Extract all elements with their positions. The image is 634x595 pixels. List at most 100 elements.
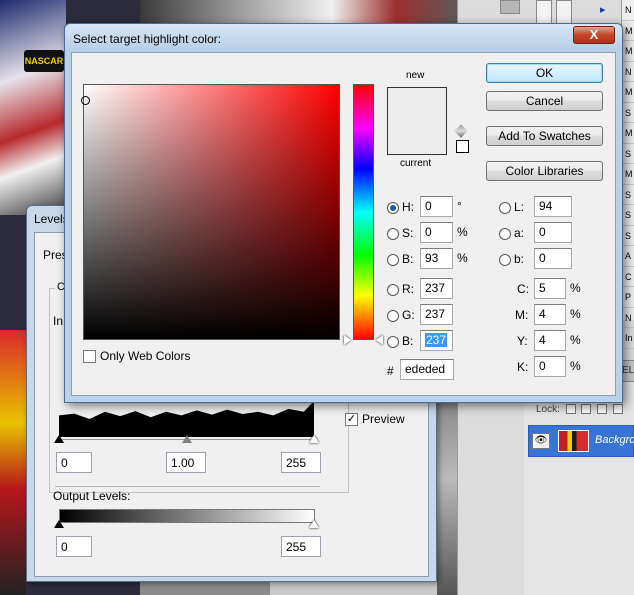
levels-divider: [55, 486, 320, 487]
magenta-label: M:: [515, 308, 529, 322]
brightness-radio-dot[interactable]: [387, 253, 399, 266]
lightness-label: L:: [514, 200, 525, 214]
panel-checkbox[interactable]: [536, 0, 552, 24]
lock-brush-icon[interactable]: [581, 404, 592, 415]
cyan-unit: %: [570, 281, 581, 295]
output-white-slider[interactable]: [309, 520, 319, 528]
output-black-field[interactable]: 0: [56, 536, 92, 557]
only-web-colors-label: Only Web Colors: [100, 349, 191, 363]
lightness-radio-dot[interactable]: [499, 201, 511, 214]
yellow-field[interactable]: 4: [534, 330, 566, 351]
web-safe-square-icon[interactable]: [456, 140, 469, 153]
black-key-unit: %: [570, 359, 581, 373]
panel-side-item[interactable]: S: [622, 226, 634, 246]
lock-all-icon[interactable]: [613, 404, 624, 415]
preview-checkbox[interactable]: ✓: [345, 413, 358, 427]
input-black-slider[interactable]: [54, 435, 64, 443]
panel-side-item[interactable]: In: [622, 328, 634, 349]
hue-slider-right-arrow[interactable]: [376, 335, 383, 345]
color-libraries-button[interactable]: Color Libraries: [486, 161, 603, 181]
panel-side-item[interactable]: N: [622, 62, 634, 82]
lock-transparent-icon[interactable]: [565, 404, 576, 415]
hue-radio[interactable]: H:: [387, 200, 414, 214]
red-radio[interactable]: R:: [387, 282, 414, 296]
background-photo-bottom-left: [0, 330, 26, 595]
picker-title: Select target highlight color:: [73, 32, 222, 46]
color-field-marker[interactable]: [81, 96, 90, 105]
magenta-field[interactable]: 4: [534, 304, 566, 325]
hue-field[interactable]: 0: [420, 196, 453, 217]
cyan-label: C:: [517, 282, 529, 296]
input-gamma-field[interactable]: 1.00: [166, 452, 206, 473]
brightness-field[interactable]: 93: [420, 248, 453, 269]
only-web-colors-option[interactable]: Only Web Colors: [83, 349, 191, 364]
layer-row-background[interactable]: 👁 Backgro: [528, 425, 634, 457]
current-color-swatch[interactable]: [388, 122, 446, 154]
panel-side-item[interactable]: S: [622, 205, 634, 226]
input-white-slider[interactable]: [309, 435, 319, 443]
output-white-field[interactable]: 255: [281, 536, 321, 557]
input-gamma-slider[interactable]: [182, 435, 192, 443]
green-radio-dot[interactable]: [387, 309, 399, 322]
blue-field[interactable]: 237: [420, 330, 453, 351]
green-field[interactable]: 237: [420, 304, 453, 325]
a-channel-radio-dot[interactable]: [499, 227, 511, 240]
ok-button[interactable]: OK: [486, 63, 603, 83]
close-button[interactable]: X: [573, 26, 615, 44]
panel-side-item[interactable]: P: [622, 287, 634, 308]
only-web-colors-checkbox[interactable]: [83, 350, 96, 364]
histogram-panel-tab[interactable]: [500, 0, 520, 14]
saturation-unit: %: [457, 225, 468, 239]
hue-slider-left-arrow[interactable]: [344, 335, 351, 345]
lock-move-icon[interactable]: [597, 404, 608, 415]
lightness-radio[interactable]: L:: [499, 200, 524, 214]
saturation-radio-dot[interactable]: [387, 227, 399, 240]
green-radio[interactable]: G:: [387, 308, 415, 322]
panel-side-item[interactable]: M: [622, 82, 634, 103]
blue-label: B:: [402, 334, 414, 348]
blue-radio[interactable]: B:: [387, 334, 413, 348]
add-to-swatches-button[interactable]: Add To Swatches: [486, 126, 603, 146]
hex-field[interactable]: ededed: [400, 359, 454, 380]
panel-checkbox[interactable]: [556, 0, 572, 24]
red-field[interactable]: 237: [420, 278, 453, 299]
panel-side-item[interactable]: M: [622, 123, 634, 144]
saturation-field[interactable]: 0: [420, 222, 453, 243]
black-key-label: K:: [517, 360, 529, 374]
hue-slider[interactable]: [353, 84, 374, 340]
brightness-radio[interactable]: B:: [387, 252, 413, 266]
input-white-field[interactable]: 255: [281, 452, 321, 473]
panel-side-item[interactable]: S: [622, 103, 634, 123]
panel-side-item[interactable]: S: [622, 144, 634, 164]
lightness-field[interactable]: 94: [534, 196, 572, 217]
eye-icon[interactable]: 👁: [532, 433, 550, 449]
b-channel-field[interactable]: 0: [534, 248, 572, 269]
output-black-slider[interactable]: [54, 520, 64, 528]
lock-row: Lock:: [536, 404, 624, 415]
saturation-radio[interactable]: S:: [387, 226, 413, 240]
b-channel-label: b:: [514, 252, 525, 266]
a-channel-radio[interactable]: a:: [499, 226, 524, 240]
blue-radio-dot[interactable]: [387, 335, 399, 348]
background-photo-right: [437, 400, 457, 595]
preview-option[interactable]: ✓ Preview: [345, 412, 405, 427]
hue-radio-dot[interactable]: [387, 201, 399, 214]
layer-name: Backgro: [595, 434, 634, 446]
cancel-button[interactable]: Cancel: [486, 91, 603, 111]
panel-side-item[interactable]: C: [622, 267, 634, 287]
a-channel-field[interactable]: 0: [534, 222, 572, 243]
input-black-field[interactable]: 0: [56, 452, 92, 473]
red-radio-dot[interactable]: [387, 283, 399, 296]
panel-side-item[interactable]: S: [622, 185, 634, 205]
panel-side-item[interactable]: A: [622, 246, 634, 267]
panel-side-item[interactable]: N: [622, 308, 634, 328]
hex-label: #: [387, 364, 394, 378]
b-channel-radio-dot[interactable]: [499, 253, 511, 266]
saturation-label: S:: [402, 226, 414, 240]
b-channel-radio[interactable]: b:: [499, 252, 524, 266]
panel-side-item[interactable]: M: [622, 164, 634, 185]
brightness-unit: %: [457, 251, 468, 265]
black-key-field[interactable]: 0: [534, 356, 566, 377]
cyan-field[interactable]: 5: [534, 278, 566, 299]
color-field[interactable]: [83, 84, 340, 340]
